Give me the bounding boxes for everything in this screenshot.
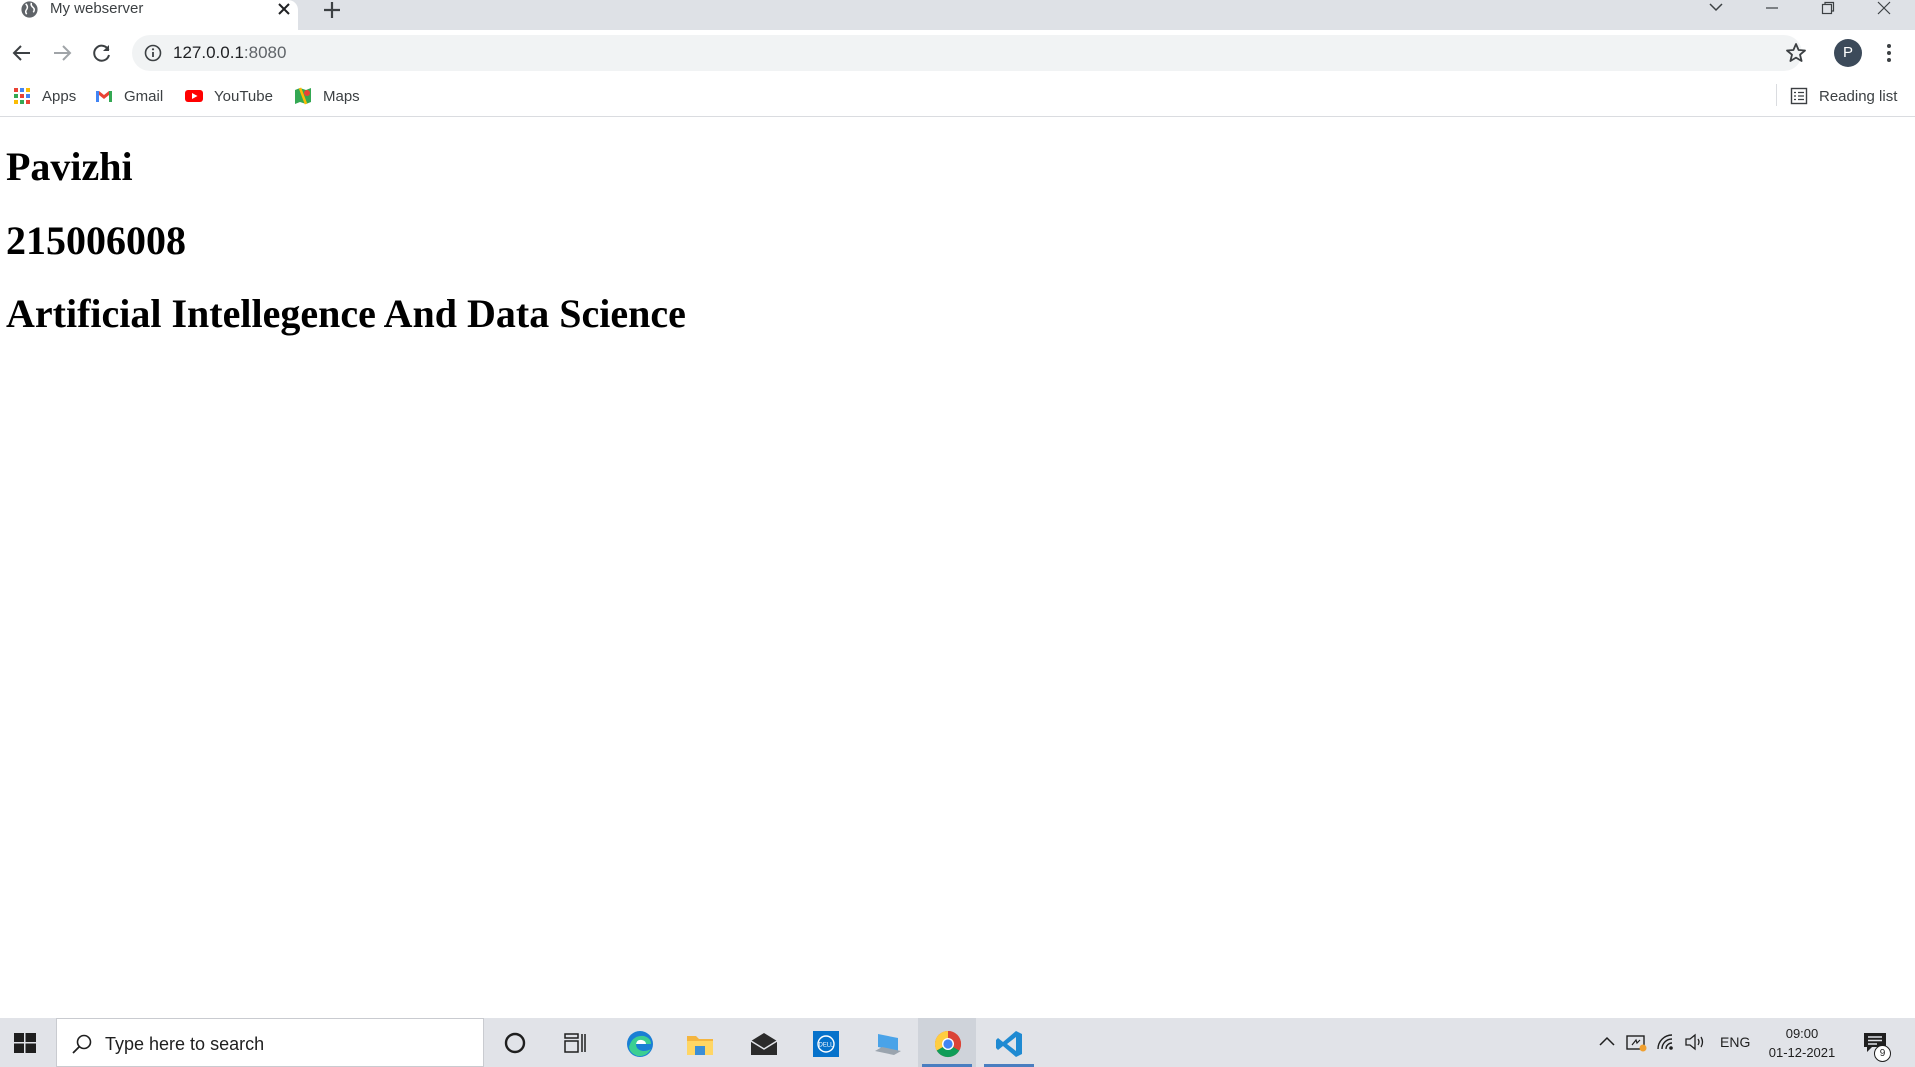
mail-icon xyxy=(750,1033,778,1055)
browser-toolbar: 127.0.0.1:8080 P xyxy=(0,30,1915,76)
close-tab-icon[interactable] xyxy=(277,2,291,16)
bookmark-label: Gmail xyxy=(124,87,164,105)
language-indicator[interactable]: ENG xyxy=(1720,1034,1750,1050)
dell-icon: DELL xyxy=(813,1031,839,1057)
url-text[interactable]: 127.0.0.1:8080 xyxy=(173,43,286,63)
chrome-icon xyxy=(934,1030,962,1058)
address-bar[interactable]: 127.0.0.1:8080 xyxy=(132,35,1802,71)
globe-icon xyxy=(21,1,38,18)
forward-arrow-icon[interactable] xyxy=(50,41,74,65)
bookmark-label: Maps xyxy=(323,87,360,105)
edge-icon xyxy=(627,1031,653,1057)
vscode-icon xyxy=(996,1031,1022,1057)
reading-list-icon xyxy=(1790,87,1808,105)
windows-taskbar: Type here to search DELL ENG 09:00 01-12… xyxy=(0,1018,1915,1067)
system-tray xyxy=(1592,1018,1712,1067)
minimize-button[interactable] xyxy=(1744,0,1800,22)
restore-button[interactable] xyxy=(1800,0,1856,22)
bookmark-youtube[interactable]: YouTube xyxy=(185,85,273,107)
tab-strip: My webserver xyxy=(0,0,1915,30)
more-menu-icon[interactable] xyxy=(1880,41,1898,65)
site-info-icon[interactable] xyxy=(144,44,162,62)
mail-app[interactable] xyxy=(734,1018,792,1067)
edge-app[interactable] xyxy=(610,1018,668,1067)
close-window-button[interactable] xyxy=(1856,0,1912,22)
bookmark-gmail[interactable]: Gmail xyxy=(95,85,163,107)
chrome-app[interactable] xyxy=(918,1018,976,1067)
vscode-app[interactable] xyxy=(980,1018,1038,1067)
bookmark-star-icon[interactable] xyxy=(1784,41,1808,65)
svg-text:DELL: DELL xyxy=(818,1043,834,1049)
gmail-icon xyxy=(96,91,112,102)
task-view-button[interactable] xyxy=(546,1018,604,1067)
dell-app[interactable]: DELL xyxy=(796,1018,854,1067)
tab-search-button[interactable] xyxy=(1688,0,1744,22)
folder-icon xyxy=(687,1036,713,1055)
back-arrow-icon[interactable] xyxy=(10,41,34,65)
minimize-icon xyxy=(1766,7,1778,9)
windows-logo-icon xyxy=(14,1033,36,1053)
url-port: :8080 xyxy=(243,43,287,62)
file-explorer-app[interactable] xyxy=(670,1018,728,1067)
search-placeholder: Type here to search xyxy=(105,1034,265,1054)
cortana-button[interactable] xyxy=(486,1018,544,1067)
heading-name: Pavizhi xyxy=(6,144,133,189)
maps-icon xyxy=(295,87,311,105)
heading-department: Artificial Intellegence And Data Science xyxy=(6,291,686,336)
chevron-down-icon xyxy=(1709,3,1723,12)
reload-icon[interactable] xyxy=(90,41,114,65)
url-host: 127.0.0.1 xyxy=(173,43,244,62)
heading-roll-number: 215006008 xyxy=(6,218,186,263)
apps-grid-icon xyxy=(14,88,30,104)
task-view-icon xyxy=(564,1033,586,1053)
new-tab-plus-icon[interactable] xyxy=(322,0,342,20)
battery-power-icon[interactable] xyxy=(1626,1033,1648,1053)
reading-list-button[interactable]: Reading list xyxy=(1790,85,1897,107)
bookmark-label: YouTube xyxy=(214,87,273,105)
cortana-circle-icon xyxy=(504,1032,526,1054)
system-clock[interactable]: 09:00 01-12-2021 xyxy=(1756,1024,1848,1062)
chevron-up-icon[interactable] xyxy=(1598,1033,1616,1051)
bookmark-maps[interactable]: Maps xyxy=(294,85,360,107)
bookmarks-bar: Apps Gmail YouTube Maps Reading list xyxy=(0,76,1915,117)
bookmarks-divider xyxy=(1776,84,1777,106)
notification-count-badge: 9 xyxy=(1874,1045,1891,1062)
taskbar-search-box[interactable]: Type here to search xyxy=(56,1018,484,1067)
reading-list-label: Reading list xyxy=(1819,87,1898,105)
bookmark-apps[interactable]: Apps xyxy=(13,85,76,107)
profile-avatar[interactable]: P xyxy=(1834,39,1862,67)
restore-icon xyxy=(1821,1,1835,15)
laptop-icon xyxy=(875,1034,901,1055)
clock-date: 01-12-2021 xyxy=(1768,1045,1836,1060)
start-button[interactable] xyxy=(0,1018,52,1067)
page-content: Pavizhi 215006008 Artificial Intellegenc… xyxy=(0,117,1915,1017)
clock-time: 09:00 xyxy=(1785,1026,1819,1041)
bookmark-label: Apps xyxy=(42,87,77,105)
browser-tab[interactable]: My webserver xyxy=(0,0,298,30)
laptop-app[interactable] xyxy=(858,1018,916,1067)
youtube-icon xyxy=(185,90,203,102)
search-icon xyxy=(72,1034,92,1054)
wifi-icon[interactable] xyxy=(1656,1033,1676,1051)
volume-icon[interactable] xyxy=(1684,1033,1706,1051)
close-icon xyxy=(1877,1,1891,15)
tab-title: My webserver xyxy=(50,0,144,17)
